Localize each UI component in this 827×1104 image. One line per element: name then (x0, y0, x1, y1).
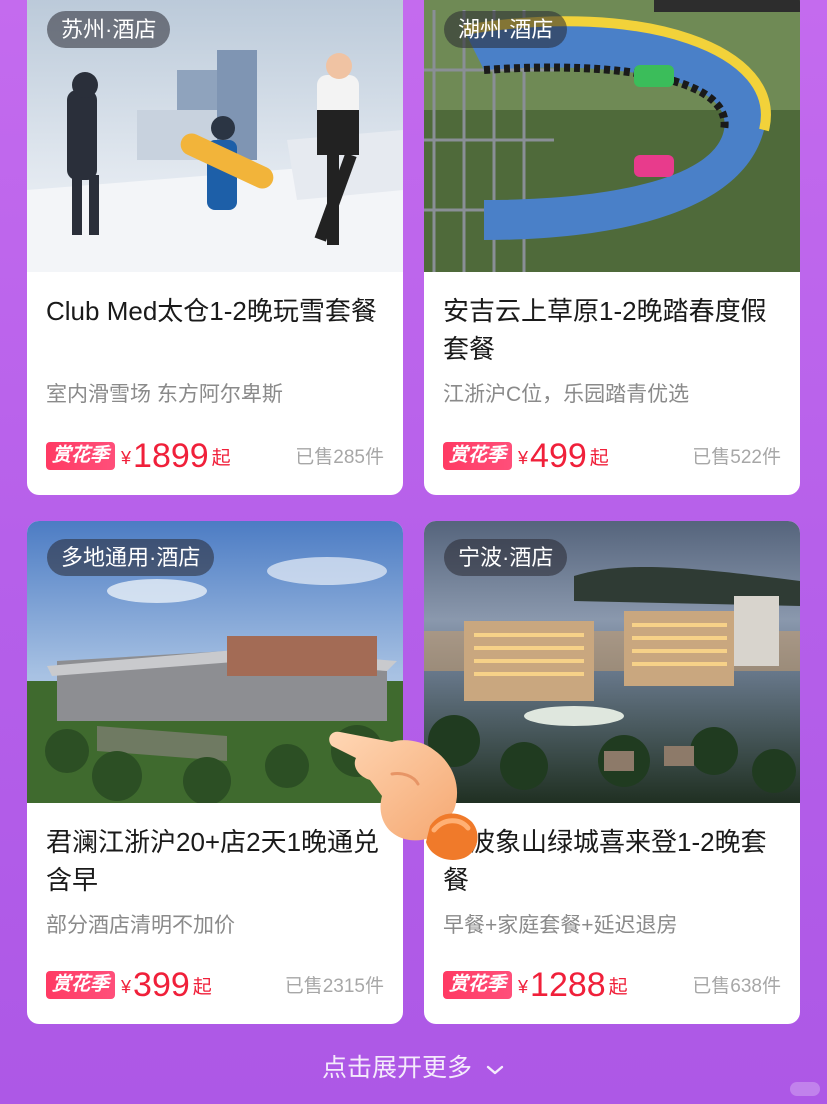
product-title[interactable]: 宁波象山绿城喜来登1-2晚套餐 (443, 823, 781, 899)
promo-badge: 赏花季 (46, 971, 116, 999)
watermark (790, 1082, 820, 1096)
product-subtitle: 江浙沪C位，乐园踏青优选 (443, 383, 690, 406)
product-card-1[interactable]: 苏州·酒店 Club Med太仓1-2晚玩雪套餐 室内滑雪场 东方阿尔卑斯 赏花… (27, 0, 403, 495)
price-row: 赏花季 ¥ 1288 起 已售638件 (443, 964, 781, 1004)
price-value: 1899 (133, 437, 209, 475)
location-tag: 多地通用·酒店 (47, 539, 215, 576)
product-image-ski: 苏州·酒店 (27, 0, 403, 272)
price-row: 赏花季 ¥ 399 起 已售2315件 (46, 964, 384, 1004)
sold-count: 已售2315件 (284, 976, 384, 997)
currency-symbol: ¥ (518, 977, 529, 997)
expand-more-label: 点击展开更多 (322, 1054, 473, 1082)
product-card-2[interactable]: 湖州·酒店 安吉云上草原1-2晚踏春度假套餐 江浙沪C位，乐园踏青优选 赏花季 … (424, 0, 800, 495)
expand-more-button[interactable]: 点击展开更多 (0, 1048, 827, 1084)
product-subtitle: 早餐+家庭套餐+延迟退房 (443, 914, 678, 937)
pointing-hand-icon (329, 731, 478, 861)
promo-badge: 赏花季 (46, 442, 116, 470)
product-title[interactable]: 安吉云上草原1-2晚踏春度假套餐 (443, 292, 781, 368)
promo-badge: 赏花季 (443, 442, 513, 470)
sold-count: 已售638件 (692, 976, 781, 997)
currency-symbol: ¥ (121, 977, 132, 997)
product-image-kart-track: 湖州·酒店 (424, 0, 800, 272)
promo-badge: 赏花季 (443, 971, 513, 999)
location-tag: 苏州·酒店 (47, 11, 171, 48)
location-tag: 湖州·酒店 (444, 11, 568, 48)
price-suffix: 起 (211, 448, 231, 469)
location-tag: 宁波·酒店 (444, 539, 568, 576)
currency-symbol: ¥ (121, 448, 132, 468)
price-value: 1288 (530, 966, 606, 1004)
product-subtitle: 部分酒店清明不加价 (46, 914, 235, 937)
product-title[interactable]: Club Med太仓1-2晚玩雪套餐 (46, 292, 384, 368)
sold-count: 已售522件 (692, 447, 781, 468)
price-suffix: 起 (589, 448, 609, 469)
price-value: 499 (530, 437, 587, 475)
price-suffix: 起 (608, 977, 628, 998)
price-row: 赏花季 ¥ 499 起 已售522件 (443, 435, 781, 475)
sold-count: 已售285件 (295, 447, 384, 468)
product-subtitle: 室内滑雪场 东方阿尔卑斯 (46, 383, 283, 406)
price-value: 399 (133, 966, 190, 1004)
price-suffix: 起 (192, 977, 212, 998)
price-row: 赏花季 ¥ 1899 起 已售285件 (46, 435, 384, 475)
chevron-down-icon (485, 1055, 505, 1084)
currency-symbol: ¥ (518, 448, 529, 468)
